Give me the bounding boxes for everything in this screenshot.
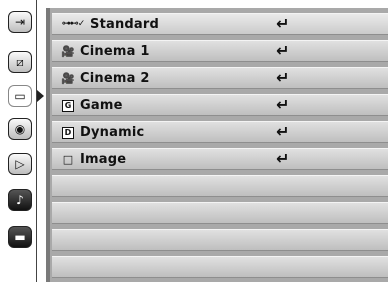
- image-adjust-icon[interactable]: ◉: [8, 118, 32, 140]
- selection-pointer-icon: [37, 90, 44, 102]
- menu-item-game[interactable]: G Game ↵: [52, 94, 388, 116]
- setting-glyph: ▬: [14, 230, 26, 244]
- input-glyph: ⇥: [14, 15, 26, 29]
- pc-adjust-icon[interactable]: ⧄: [8, 51, 32, 73]
- setting-icon[interactable]: ▬: [8, 226, 32, 248]
- menu-item-dynamic[interactable]: D Dynamic ↵: [52, 121, 388, 143]
- menu-item-label: Cinema 1: [80, 43, 150, 59]
- enter-icon: ↵: [276, 68, 290, 87]
- game-icon-letter: G: [62, 99, 74, 112]
- enter-icon: ↵: [276, 14, 290, 33]
- image-adjust-glyph: ◉: [14, 122, 26, 136]
- image-icon: □: [62, 152, 74, 166]
- empty-menu-row: [52, 175, 388, 197]
- screen-glyph: ▷: [15, 157, 25, 171]
- menu-item-label: Standard: [90, 16, 159, 32]
- enter-icon: ↵: [276, 122, 290, 141]
- menu-item-label: Game: [80, 97, 123, 113]
- input-icon[interactable]: ⇥: [8, 11, 32, 33]
- empty-menu-row: [52, 229, 388, 251]
- menu-item-label: Image: [80, 151, 127, 167]
- menu-item-label: Cinema 2: [80, 70, 150, 86]
- pc-adjust-glyph: ⧄: [16, 55, 24, 69]
- enter-icon: ↵: [276, 95, 290, 114]
- menu-item-image[interactable]: □ Image ↵: [52, 148, 388, 170]
- empty-menu-row: [52, 256, 388, 278]
- dynamic-icon-letter: D: [62, 126, 74, 139]
- panel-left-bar: [46, 8, 50, 282]
- menu-item-standard[interactable]: ⊶⊷✓ Standard ↵: [52, 13, 388, 35]
- image-select-glyph: ▭: [14, 89, 26, 103]
- standard-icon: ⊶⊷✓: [61, 18, 86, 29]
- sound-glyph: ♪: [16, 193, 24, 207]
- enter-icon: ↵: [276, 41, 290, 60]
- menu-item-label: Dynamic: [80, 124, 145, 140]
- image-select-icon[interactable]: ▭: [8, 85, 32, 107]
- empty-menu-row: [52, 202, 388, 224]
- enter-icon: ↵: [276, 149, 290, 168]
- sidebar-divider: [36, 0, 37, 282]
- dynamic-icon: D: [56, 126, 80, 139]
- menu-item-cinema-2[interactable]: 🎥 Cinema 2 ↵: [52, 67, 388, 89]
- game-icon: G: [56, 99, 80, 112]
- menu-sidebar: ⇥ ⧄ ▭ ◉ ▷ ♪ ▬: [0, 0, 44, 282]
- cinema-icon: 🎥: [61, 44, 75, 58]
- screen-icon[interactable]: ▷: [8, 153, 32, 175]
- sound-icon[interactable]: ♪: [8, 189, 32, 211]
- menu-item-cinema-1[interactable]: 🎥 Cinema 1 ↵: [52, 40, 388, 62]
- cinema-icon: 🎥: [61, 71, 75, 85]
